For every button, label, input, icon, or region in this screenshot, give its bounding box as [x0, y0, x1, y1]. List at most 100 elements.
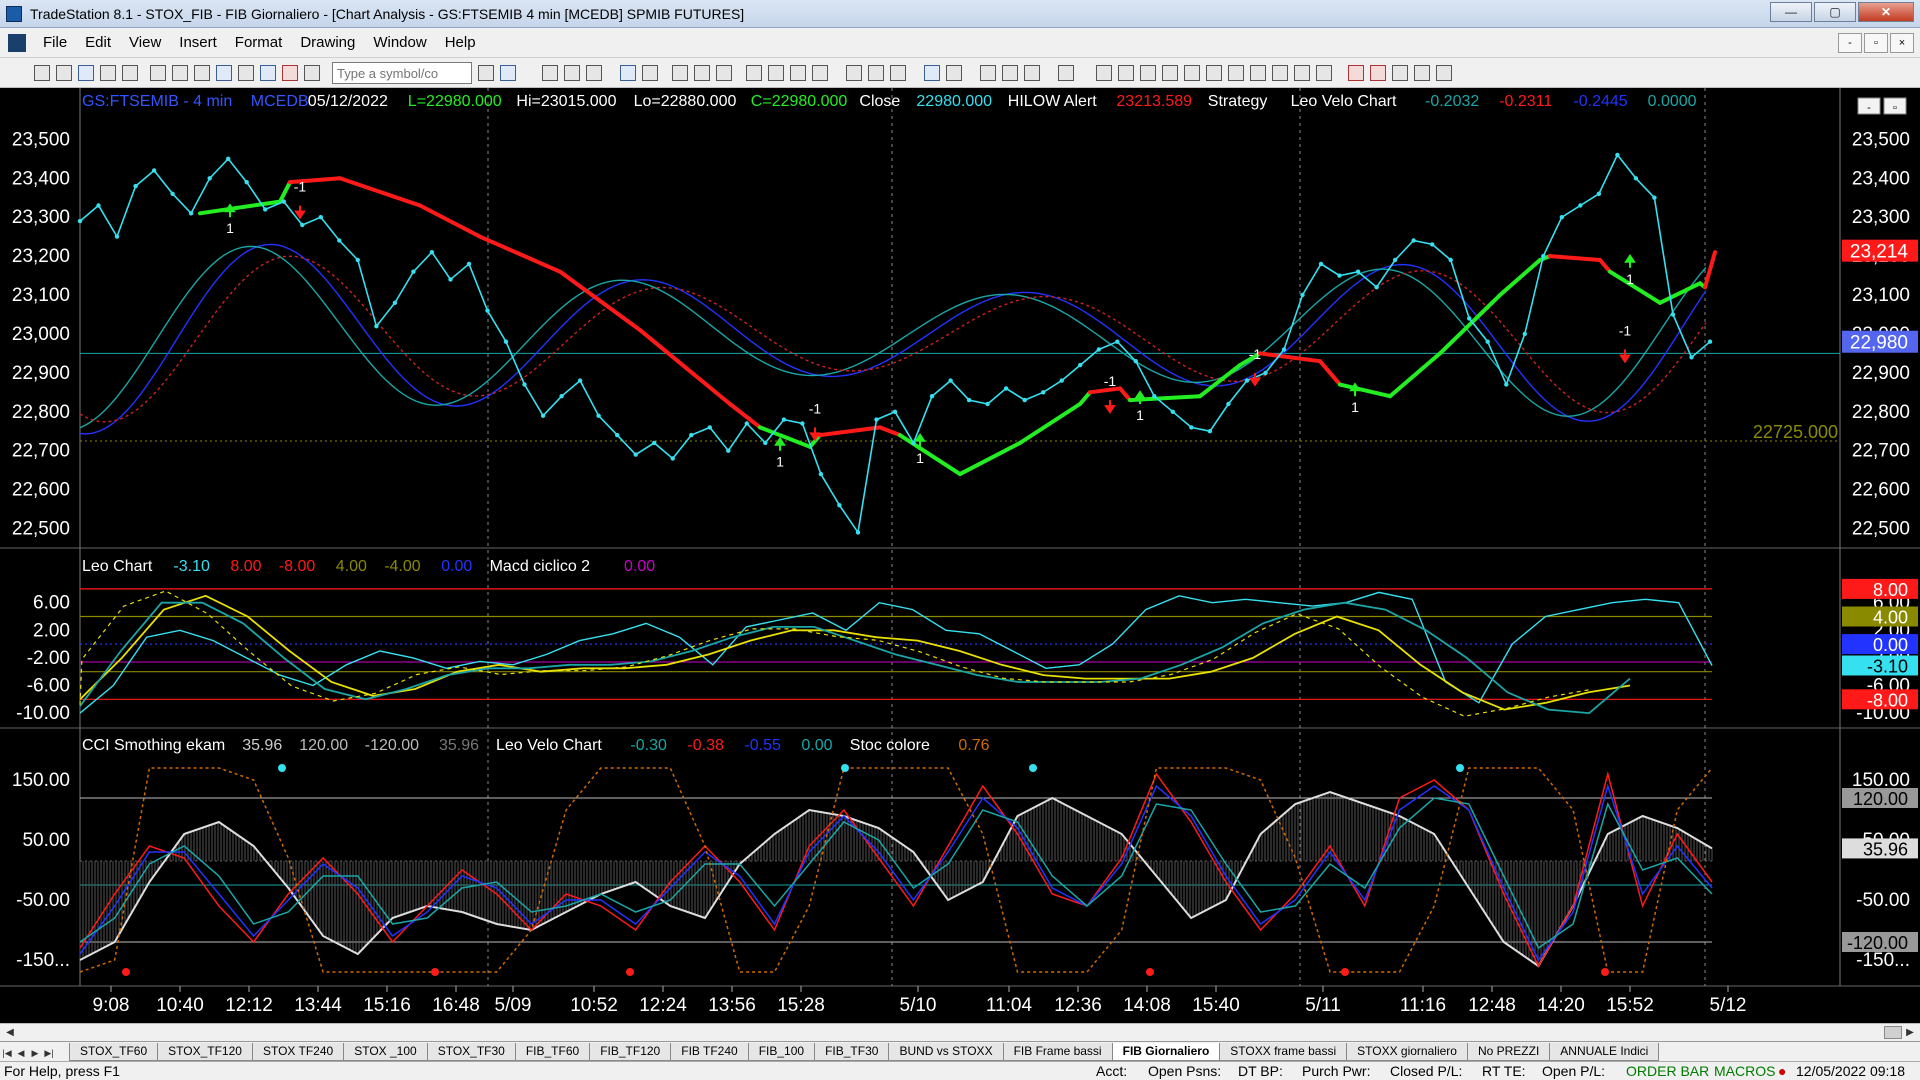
ohlc-icon[interactable]	[846, 65, 862, 81]
tab-stox-tf240[interactable]: STOX TF240	[251, 1043, 345, 1061]
tab-stox-tf120[interactable]: STOX_TF120	[157, 1043, 253, 1061]
candle-icon[interactable]	[768, 65, 784, 81]
save-icon[interactable]	[78, 65, 94, 81]
regression-channel-icon[interactable]	[1140, 65, 1156, 81]
pointer-icon[interactable]	[980, 65, 996, 81]
scroll-right-arrow-icon[interactable]: ▶	[1902, 1025, 1918, 1040]
scroll-thumb[interactable]	[1884, 1026, 1902, 1039]
andrews-pitchfork-icon[interactable]	[1206, 65, 1222, 81]
tab-stox-tf60[interactable]: STOX_TF60	[69, 1043, 159, 1061]
bar-chart-icon[interactable]	[746, 65, 762, 81]
zoom-out-icon[interactable]	[946, 65, 962, 81]
tab-fib-frame-bassi[interactable]: FIB Frame bassi	[1002, 1043, 1113, 1061]
tab-annuale-indici[interactable]: ANNUALE Indici	[1549, 1043, 1660, 1061]
menu-help[interactable]: Help	[436, 34, 485, 51]
close-button[interactable]: ✕	[1858, 2, 1914, 22]
menu-format[interactable]: Format	[226, 34, 292, 51]
crosshair-icon[interactable]	[1002, 65, 1018, 81]
radarscreen-icon[interactable]	[564, 65, 580, 81]
mdi-close-button[interactable]: ×	[1890, 33, 1914, 53]
tab-stox-100[interactable]: STOX _100	[343, 1043, 428, 1061]
document-icon[interactable]	[8, 33, 26, 52]
tab-fib-tf240[interactable]: FIB TF240	[670, 1043, 749, 1061]
fibonacci-time-icon[interactable]	[1250, 65, 1266, 81]
macros-button[interactable]: MACROS	[1714, 1063, 1775, 1079]
new-icon[interactable]	[34, 65, 50, 81]
menu-view[interactable]: View	[120, 34, 170, 51]
format-window-icon[interactable]	[694, 65, 710, 81]
workspace-icon[interactable]	[260, 65, 276, 81]
tab-bund-vs-stoxx[interactable]: BUND vs STOXX	[888, 1043, 1004, 1061]
scroll-left-icon[interactable]	[868, 65, 884, 81]
tab-last-icon[interactable]: ▶|	[42, 1045, 56, 1061]
tab-stoxx-giornaliero[interactable]: STOXX giornaliero	[1346, 1043, 1468, 1061]
symbol-input[interactable]	[332, 62, 472, 84]
data-tip-icon[interactable]	[1058, 65, 1074, 81]
arc-icon[interactable]	[1294, 65, 1310, 81]
tab-fib-tf30[interactable]: FIB_TF30	[814, 1043, 890, 1061]
cut-icon[interactable]	[150, 65, 166, 81]
header-label: 0.00	[441, 558, 472, 575]
lock-icon[interactable]	[238, 65, 254, 81]
chart-analysis-window[interactable]: - ▫ GS:FTSEMIB - 4 min MCEDB 05/12/2022 L=229…	[0, 88, 1920, 1023]
menu-insert[interactable]: Insert	[170, 34, 226, 51]
chart-svg[interactable]: - ▫ GS:FTSEMIB - 4 min MCEDB 05/12/2022 L=229…	[0, 88, 1920, 1023]
mdi-restore-button[interactable]: ▫	[1864, 33, 1888, 53]
save-all-icon[interactable]	[100, 65, 116, 81]
tab-fib-tf120[interactable]: FIB_TF120	[589, 1043, 672, 1061]
symbol-lookup-icon[interactable]	[500, 65, 516, 81]
cycle-lines-icon[interactable]	[1272, 65, 1288, 81]
format-symbol-icon[interactable]	[672, 65, 688, 81]
macro-icon[interactable]	[282, 65, 298, 81]
menu-window[interactable]: Window	[364, 34, 435, 51]
tab-prev-icon[interactable]: ◀	[14, 1045, 28, 1061]
zoom-in-icon[interactable]	[924, 65, 940, 81]
menu-file[interactable]: File	[34, 34, 76, 51]
menu-drawing[interactable]: Drawing	[291, 34, 364, 51]
insert-strategy-icon[interactable]	[642, 65, 658, 81]
horizontal-line-icon[interactable]	[1118, 65, 1134, 81]
text-tool-icon[interactable]	[1436, 65, 1452, 81]
down-arrow-tool-icon[interactable]	[1348, 65, 1364, 81]
globe-icon[interactable]	[304, 65, 320, 81]
tab-no-prezzi[interactable]: No PREZZI	[1466, 1043, 1551, 1061]
mdi-minimize-button[interactable]: -	[1838, 33, 1862, 53]
price-point	[837, 503, 842, 508]
matrix-icon[interactable]	[586, 65, 602, 81]
point-figure-icon[interactable]	[812, 65, 828, 81]
menu-edit[interactable]: Edit	[76, 34, 120, 51]
rectangle-tool-icon[interactable]	[1414, 65, 1430, 81]
print-icon[interactable]	[122, 65, 138, 81]
ellipse-tool-icon[interactable]	[1392, 65, 1408, 81]
order-bar-button[interactable]: ORDER BAR	[1626, 1063, 1709, 1079]
minimize-button[interactable]: —	[1770, 2, 1812, 22]
paste-icon[interactable]	[194, 65, 210, 81]
scroll-left-arrow-icon[interactable]: ◀	[2, 1025, 18, 1040]
data-window-icon[interactable]	[1024, 65, 1040, 81]
trendline-icon[interactable]	[1096, 65, 1112, 81]
tab-fib-giornaliero[interactable]: FIB Giornaliero	[1111, 1043, 1221, 1061]
open-icon[interactable]	[56, 65, 72, 81]
horizontal-scrollbar[interactable]: ◀ ▶	[0, 1023, 1920, 1041]
freehand-icon[interactable]	[1316, 65, 1332, 81]
tab-fib-100[interactable]: FIB_100	[747, 1043, 816, 1061]
line-chart-icon[interactable]	[790, 65, 806, 81]
refresh-icon[interactable]	[716, 65, 732, 81]
insert-indicator-icon[interactable]	[620, 65, 636, 81]
link-icon[interactable]	[216, 65, 232, 81]
tab-fib-tf60[interactable]: FIB_TF60	[514, 1043, 591, 1061]
price-point	[133, 183, 138, 189]
fibonacci-icon[interactable]	[1162, 65, 1178, 81]
go-arrow-icon[interactable]	[478, 65, 494, 81]
up-arrow-tool-icon[interactable]	[1370, 65, 1386, 81]
scroll-right-icon[interactable]	[890, 65, 906, 81]
speed-lines-icon[interactable]	[1228, 65, 1244, 81]
tab-stoxx-frame-bassi[interactable]: STOXX frame bassi	[1219, 1043, 1348, 1061]
tab-first-icon[interactable]: |◀	[0, 1045, 14, 1061]
chart-analysis-icon[interactable]	[542, 65, 558, 81]
maximize-button[interactable]: ▢	[1814, 2, 1856, 22]
tab-stox-tf30[interactable]: STOX_TF30	[426, 1043, 516, 1061]
copy-icon[interactable]	[172, 65, 188, 81]
gann-fan-icon[interactable]	[1184, 65, 1200, 81]
tab-next-icon[interactable]: ▶	[28, 1045, 42, 1061]
